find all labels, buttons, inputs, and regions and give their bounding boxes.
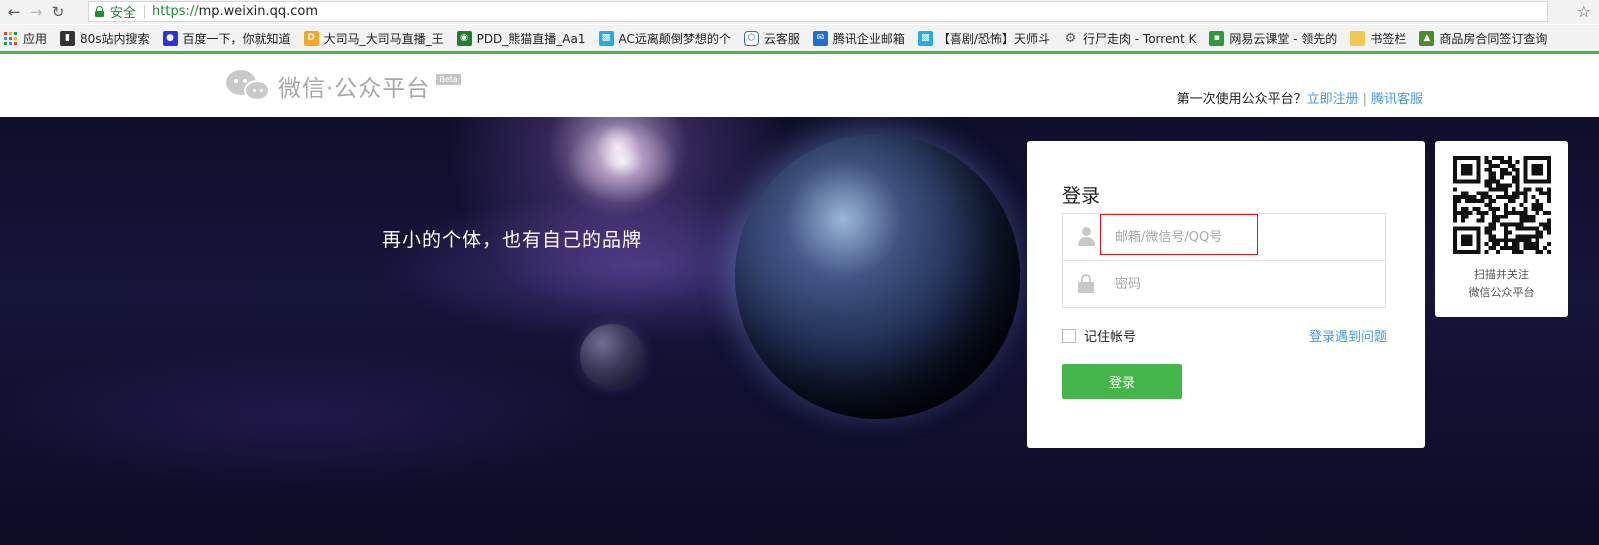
bookmark-house[interactable]: ▲ 商品房合同签订查询 bbox=[1419, 30, 1547, 47]
bilibili-tv-icon: ▩ bbox=[917, 30, 933, 46]
beta-badge: Beta bbox=[436, 73, 461, 85]
bookmark-tianshi[interactable]: ▩ 【喜剧/恐怖】天师斗 bbox=[917, 30, 1050, 47]
password-input[interactable] bbox=[1115, 271, 1370, 297]
bookmarks-bar: 应用 ▮ 80s站内搜索 ● 百度一下，你就知道 D 大司马_大司马直播_王 ◉… bbox=[0, 25, 1599, 51]
user-icon bbox=[1077, 227, 1095, 247]
apps-grid-icon bbox=[4, 31, 17, 45]
reload-icon[interactable]: ↻ bbox=[47, 1, 69, 23]
remember-account[interactable]: 记住帐号 bbox=[1062, 326, 1136, 345]
mail-icon: ✉ bbox=[812, 30, 828, 46]
bilibili-tv-icon: ▩ bbox=[598, 30, 614, 46]
bookmark-label: 云客服 bbox=[763, 31, 800, 46]
bookmark-80s[interactable]: ▮ 80s站内搜索 bbox=[60, 30, 150, 47]
bookmark-yunkefu[interactable]: ⬡ 云客服 bbox=[743, 30, 800, 47]
lock-icon bbox=[95, 6, 104, 17]
moon-image bbox=[580, 324, 644, 388]
logo-text: 微信·公众平台 bbox=[278, 76, 431, 102]
secure-label: 安全 bbox=[110, 6, 137, 21]
account-field[interactable] bbox=[1062, 213, 1386, 261]
login-panel: 登录 记住帐号 登录遇到问题 登录 bbox=[1027, 141, 1425, 448]
url-scheme: https:// bbox=[152, 4, 199, 19]
account-input[interactable] bbox=[1115, 224, 1370, 250]
planet-image bbox=[735, 134, 1020, 419]
bookmark-label: 百度一下，你就知道 bbox=[182, 31, 291, 46]
lock-icon bbox=[1077, 274, 1095, 294]
login-trouble-link[interactable]: 登录遇到问题 bbox=[1309, 326, 1387, 345]
bookmark-163study[interactable]: ▪ 网易云课堂 - 领先的 bbox=[1209, 30, 1337, 47]
bookmark-dasima[interactable]: D 大司马_大司马直播_王 bbox=[303, 30, 444, 47]
wechat-icon bbox=[226, 68, 272, 104]
bookmark-label: 【喜剧/恐怖】天师斗 bbox=[937, 31, 1050, 46]
tree-icon: ▲ bbox=[1419, 30, 1435, 46]
arrow-right-icon[interactable]: → bbox=[25, 1, 47, 23]
hero-tagline: 再小的个体，也有自己的品牌 bbox=[382, 229, 643, 251]
remember-label: 记住帐号 bbox=[1084, 330, 1137, 345]
address-bar[interactable]: 安全 https://mp.weixin.qq.com bbox=[88, 1, 1548, 22]
support-link[interactable]: 腾讯客服 bbox=[1371, 92, 1423, 107]
bookmark-pdd[interactable]: ◉ PDD_熊猫直播_Aa1 bbox=[456, 30, 586, 47]
login-title: 登录 bbox=[1062, 185, 1101, 207]
qr-caption-line2: 微信公众平台 bbox=[1468, 286, 1535, 299]
bookmark-ac[interactable]: ▩ AC远离颠倒梦想的个 bbox=[598, 30, 731, 47]
bookmark-label: 行尸走肉 - Torrent K bbox=[1082, 31, 1197, 46]
clapperboard-icon: ▮ bbox=[60, 30, 76, 46]
bookmark-label: 商品房合同签订查询 bbox=[1439, 31, 1548, 46]
qr-caption: 扫描并关注 微信公众平台 bbox=[1435, 266, 1568, 302]
bookmark-baidu[interactable]: ● 百度一下，你就知道 bbox=[162, 30, 291, 47]
bookmark-label: 应用 bbox=[23, 31, 48, 46]
address-separator bbox=[144, 4, 146, 19]
bookmark-label: 80s站内搜索 bbox=[80, 31, 150, 46]
light-flare bbox=[562, 117, 682, 207]
site-header: 微信·公众平台 Beta 第一次使用公众平台？立即注册 | 腾讯客服 bbox=[0, 54, 1599, 117]
first-time-text: 第一次使用公众平台？ bbox=[1176, 92, 1307, 107]
panda-icon: ◉ bbox=[456, 30, 472, 46]
baidu-paw-icon: ● bbox=[162, 30, 178, 46]
bookmark-label: 腾讯企业邮箱 bbox=[832, 31, 905, 46]
password-field[interactable] bbox=[1062, 260, 1386, 308]
bookmark-label: AC远离颠倒梦想的个 bbox=[618, 31, 731, 46]
bookmark-folder[interactable]: 书签栏 bbox=[1350, 30, 1406, 47]
qr-code-icon bbox=[1453, 156, 1551, 254]
browser-toolbar: ← → ↻ 安全 https://mp.weixin.qq.com ☆ bbox=[0, 0, 1599, 24]
bookmark-torrent[interactable]: ⚙ 行尸走肉 - Torrent K bbox=[1063, 30, 1197, 47]
bookmark-exmail[interactable]: ✉ 腾讯企业邮箱 bbox=[812, 30, 905, 47]
bookmark-label: PDD_熊猫直播_Aa1 bbox=[476, 31, 586, 46]
header-links: 第一次使用公众平台？立即注册 | 腾讯客服 bbox=[1177, 88, 1423, 107]
book-icon: ▪ bbox=[1209, 30, 1225, 46]
qr-panel: 扫描并关注 微信公众平台 bbox=[1435, 141, 1568, 317]
bookmark-apps[interactable]: 应用 bbox=[4, 30, 47, 47]
wechat-logo[interactable]: 微信·公众平台 Beta bbox=[226, 68, 461, 104]
login-button[interactable]: 登录 bbox=[1062, 364, 1182, 399]
url-host: mp.weixin.qq.com bbox=[198, 4, 318, 19]
qr-caption-line1: 扫描并关注 bbox=[1474, 268, 1529, 281]
register-link[interactable]: 立即注册 bbox=[1307, 92, 1359, 107]
hexagon-icon: ⬡ bbox=[743, 30, 759, 46]
bookmark-label: 书签栏 bbox=[1370, 31, 1407, 46]
remember-checkbox[interactable] bbox=[1062, 328, 1076, 343]
trophy-icon: ⚙ bbox=[1064, 30, 1077, 46]
folder-icon bbox=[1350, 30, 1366, 46]
bookmark-label: 网易云课堂 - 领先的 bbox=[1229, 31, 1338, 46]
arrow-left-icon[interactable]: ← bbox=[3, 1, 25, 23]
link-separator: | bbox=[1362, 92, 1367, 107]
bookmark-label: 大司马_大司马直播_王 bbox=[323, 31, 444, 46]
douyu-icon: D bbox=[303, 30, 319, 46]
star-icon[interactable]: ☆ bbox=[1577, 2, 1591, 21]
